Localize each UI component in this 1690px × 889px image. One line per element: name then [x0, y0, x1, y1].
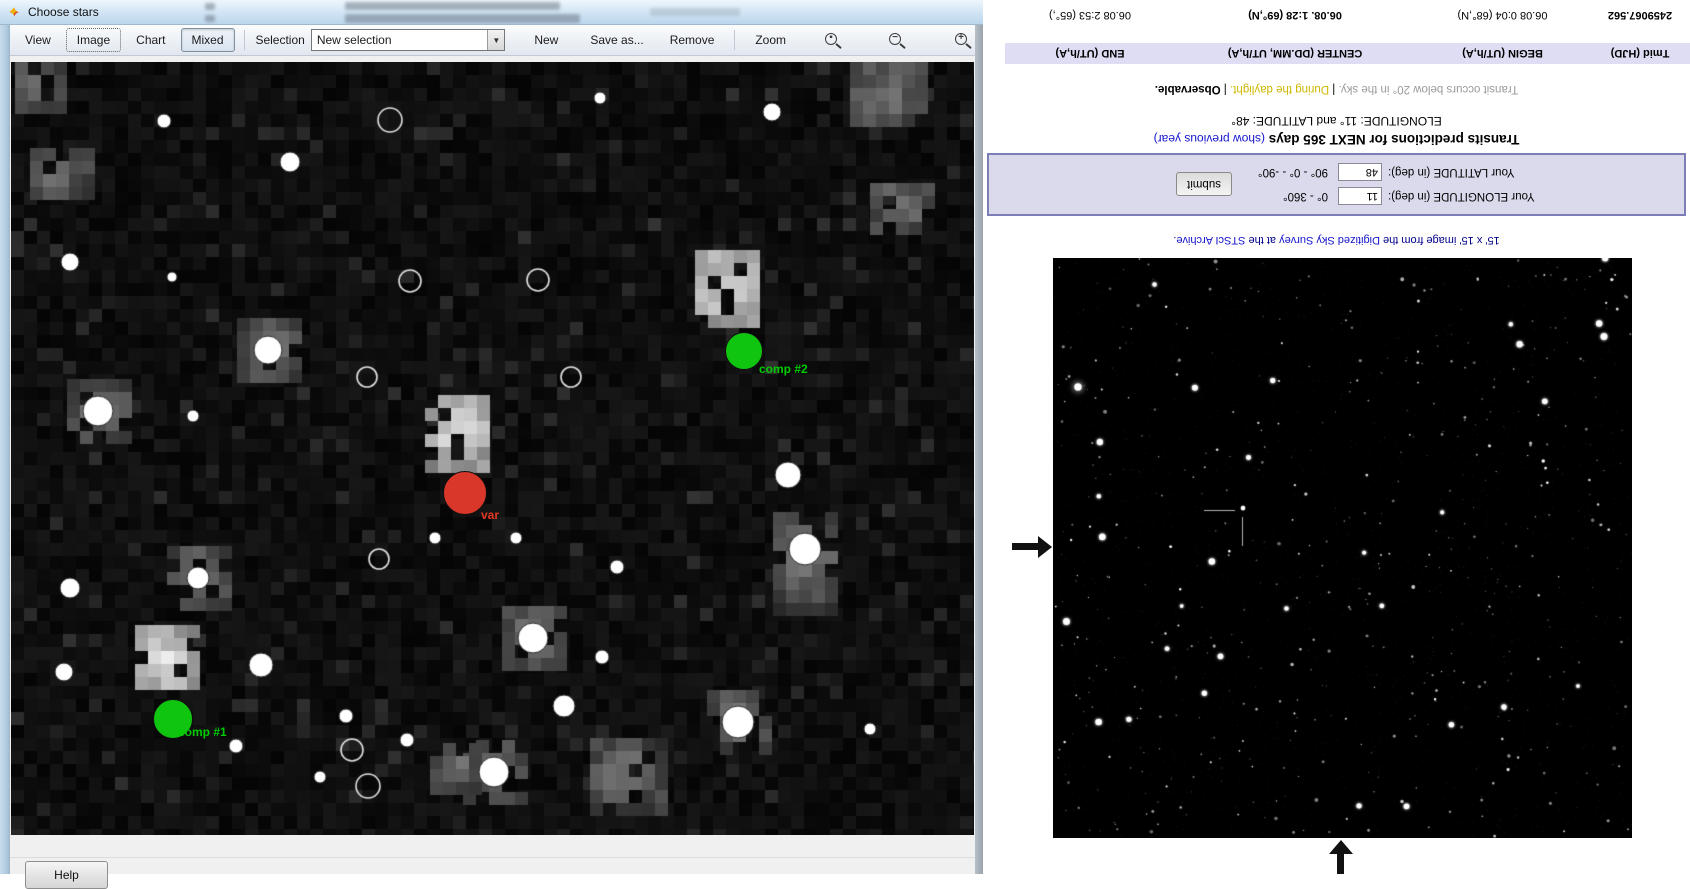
- titlebar-glass-smudge: [205, 15, 215, 22]
- save-as-button[interactable]: Save as...: [579, 28, 654, 52]
- selection-combobox[interactable]: New selection ▼: [311, 29, 506, 51]
- toolbar-separator: [734, 30, 735, 50]
- window-bottom-bar: Help: [10, 835, 975, 874]
- window-border-left: [0, 25, 10, 874]
- cell-end: 06.08 2:53 (65°,): [1005, 9, 1175, 21]
- heading-text: Transits predictions for NEXT 365 days: [1265, 132, 1519, 147]
- elongitude-label: Your ELONGITUDE (in deg):: [1388, 191, 1546, 203]
- window-title: Choose stars: [28, 5, 99, 19]
- new-button[interactable]: New: [523, 28, 569, 52]
- target-pointer-arrow-vertical: [1329, 838, 1353, 874]
- mixed-button[interactable]: Mixed: [181, 28, 235, 52]
- zoom-in-icon: +: [955, 33, 967, 45]
- header-center: CENTER (DD.MM, UT/h,A): [1175, 48, 1415, 60]
- coordinates-form: Your ELONGITUDE (in deg): 0° - 360° Your…: [987, 153, 1686, 216]
- dss-caption: 15' x 15' image from the Digitized Sky S…: [983, 234, 1690, 246]
- help-button[interactable]: Help: [25, 861, 108, 889]
- window-border-right: [975, 25, 983, 874]
- titlebar-glass-smudge: [345, 14, 580, 23]
- zoom-button[interactable]: Zoom: [744, 28, 797, 52]
- legend-below-horizon: Transit occurs below 20° in the sky.: [1339, 83, 1519, 95]
- elongitude-latitude-line: ELONGITUDE: 11° and LATITUDE: 48°: [983, 114, 1690, 128]
- titlebar-glass-smudge: [345, 2, 560, 10]
- zoom-in-button[interactable]: +: [947, 29, 975, 52]
- choose-stars-window: ✦ Choose stars View Image Chart Mixed Se…: [0, 0, 983, 874]
- latitude-range: 90° - 0° - -90°: [1258, 167, 1328, 179]
- comparison-star-2-label: comp #2: [759, 362, 808, 376]
- header-begin: BEGIN (UT/h,A): [1415, 48, 1590, 60]
- titlebar-glass-smudge: [650, 8, 740, 16]
- etd-transit-page-rotated: 15' x 15' image from the Digitized Sky S…: [983, 0, 1690, 874]
- caption-text: .: [1173, 234, 1176, 246]
- digitized-sky-survey-link[interactable]: Digitized Sky Survey: [1279, 234, 1380, 246]
- zoom-fit-icon: ▪: [825, 33, 837, 45]
- target-pointer-arrow-horizontal: [1012, 536, 1052, 558]
- view-button[interactable]: View: [14, 28, 62, 52]
- remove-button[interactable]: Remove: [659, 28, 726, 52]
- legend-separator: |: [1224, 83, 1227, 95]
- divider: [10, 857, 975, 858]
- transit-table-row: 2459067.562 06.08 0:04 (68°,N) 06.08. 1:…: [1005, 3, 1690, 27]
- app-star-icon: ✦: [8, 3, 19, 21]
- selection-label: Selection: [255, 33, 304, 47]
- show-previous-year-link[interactable]: (show previous year): [1154, 132, 1265, 146]
- legend-daylight: During the daylight.: [1230, 83, 1329, 95]
- selection-combobox-value: New selection: [312, 33, 488, 47]
- toolbar: View Image Chart Mixed Selection New sel…: [10, 25, 975, 56]
- stsci-archive-link[interactable]: STScI Archive: [1176, 234, 1245, 246]
- comparison-star-2-marker[interactable]: [725, 332, 763, 370]
- variable-star-label: var: [481, 508, 499, 522]
- latitude-input[interactable]: [1338, 164, 1382, 182]
- cell-center: 06.08. 1:28 (69°,N): [1175, 9, 1415, 21]
- cell-begin: 06.08 0:04 (68°,N): [1415, 9, 1590, 21]
- combobox-dropdown-icon[interactable]: ▼: [487, 30, 504, 50]
- legend-observable: Observable.: [1155, 83, 1221, 95]
- cell-tmid: 2459067.562: [1590, 9, 1690, 21]
- window-titlebar[interactable]: ✦ Choose stars: [0, 0, 983, 25]
- image-button[interactable]: Image: [66, 28, 121, 52]
- zoom-out-icon: −: [889, 33, 901, 45]
- header-tmid: Tmid (HJD): [1590, 48, 1690, 60]
- zoom-fit-button[interactable]: ▪: [817, 29, 845, 52]
- toolbar-separator: [244, 30, 245, 50]
- transit-predictions-heading: Transits predictions for NEXT 365 days (…: [983, 132, 1690, 147]
- elongitude-input[interactable]: [1338, 188, 1382, 206]
- star-field-image[interactable]: var comp #1 comp #2: [11, 62, 974, 835]
- caption-text: 15' x 15' image from the: [1380, 234, 1500, 246]
- visibility-legend: Transit occurs below 20° in the sky. | D…: [983, 83, 1690, 95]
- submit-button[interactable]: submit: [1176, 173, 1232, 197]
- transit-table-header: Tmid (HJD) BEGIN (UT/h,A) CENTER (DD.MM,…: [1005, 43, 1690, 64]
- chart-button[interactable]: Chart: [125, 28, 176, 52]
- caption-text: at the: [1245, 234, 1279, 246]
- header-end: END (UT/h,A): [1005, 48, 1175, 60]
- zoom-out-button[interactable]: −: [881, 29, 909, 52]
- elongitude-range: 0° - 360°: [1283, 191, 1328, 203]
- legend-separator: |: [1332, 83, 1335, 95]
- latitude-label: Your LATITUDE (in deg):: [1388, 167, 1546, 179]
- comparison-star-1-label: comp #1: [178, 725, 227, 739]
- titlebar-glass-smudge: [205, 3, 215, 10]
- dss-sky-image: [1053, 258, 1632, 838]
